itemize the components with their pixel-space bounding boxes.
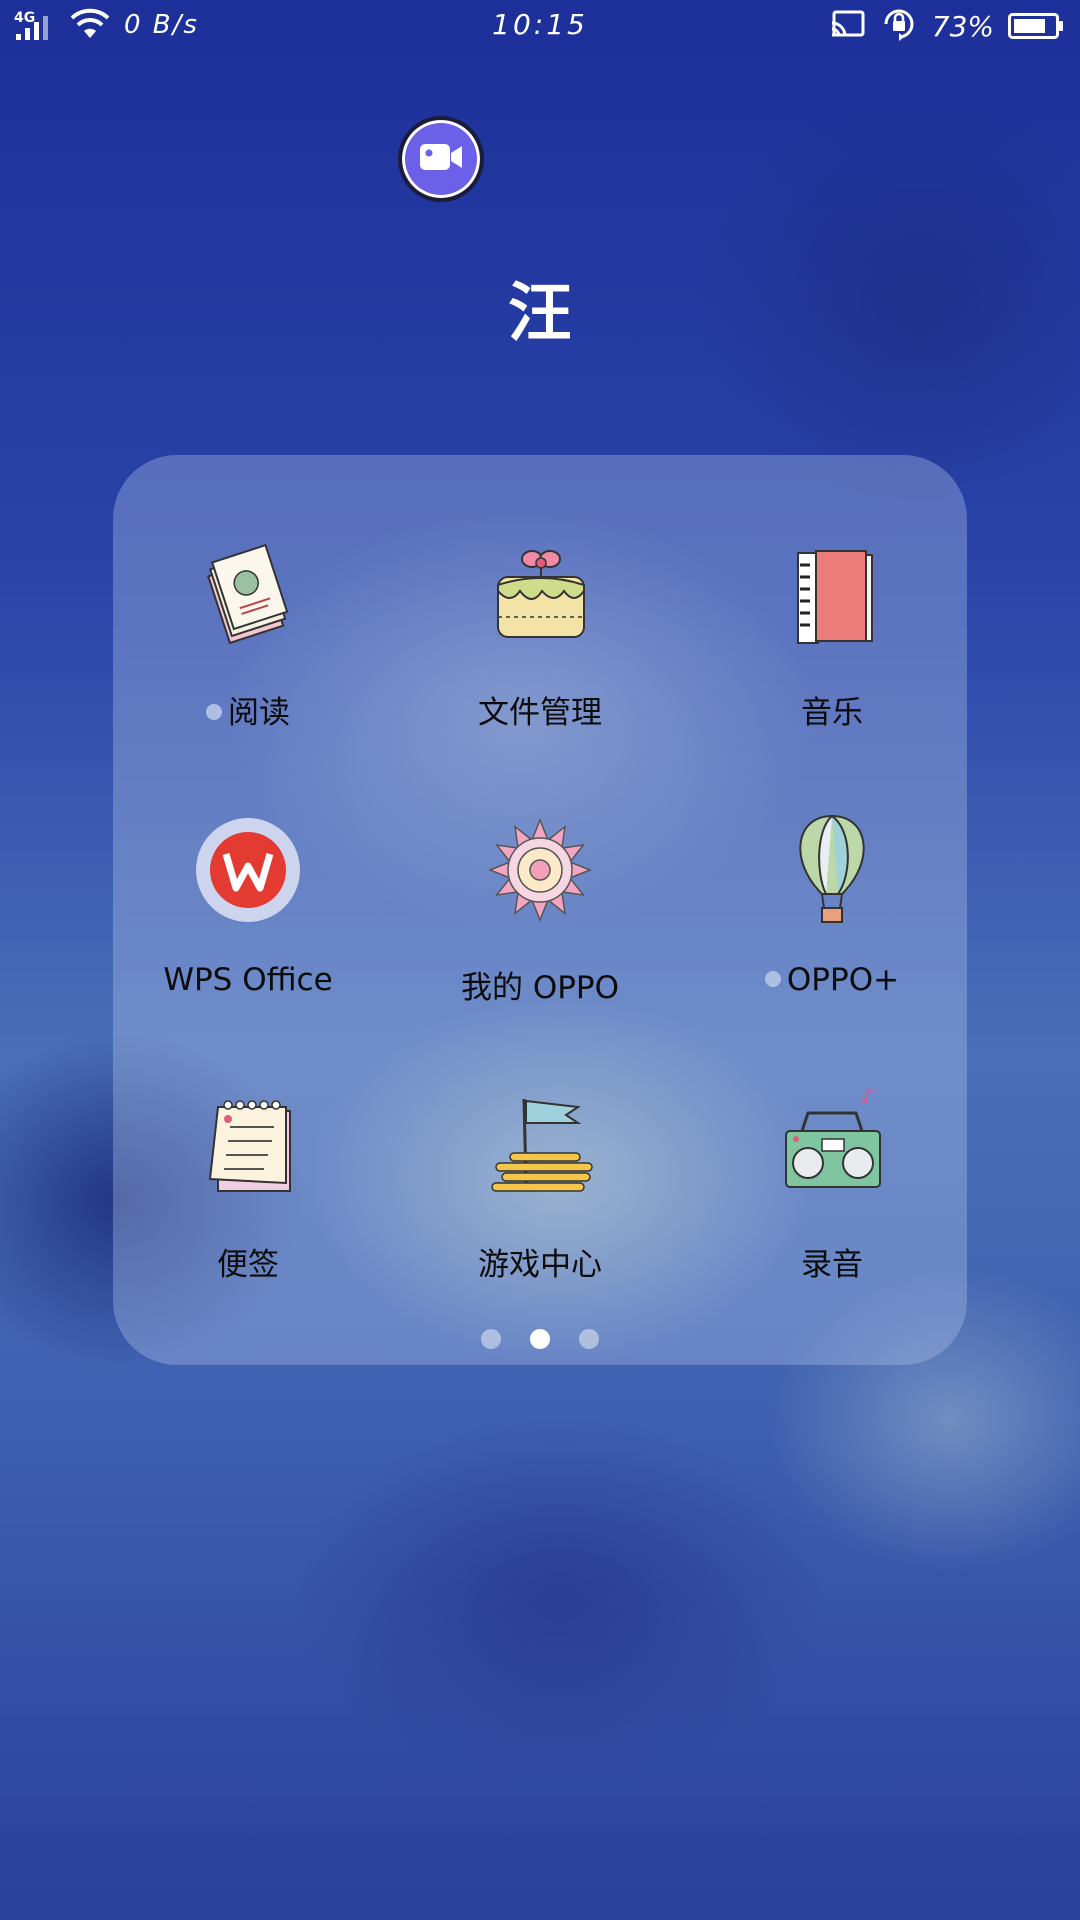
- battery-icon: [1008, 13, 1064, 39]
- app-label: 便签: [217, 1247, 279, 1283]
- status-bar: 4G 0 B/s 10:15 73%: [0, 0, 1080, 52]
- rotation-lock-icon: [880, 6, 918, 46]
- folder-panel: 阅读 文件管理 音乐 WPS Office 我的 OPPO OPPO+ 便签 游…: [113, 455, 967, 1365]
- piano-book-icon: [772, 535, 892, 655]
- home-screen: 4G 0 B/s 10:15 73% 汪 阅读 文件管理 音乐 WPS Offi…: [0, 0, 1080, 1920]
- app-reading[interactable]: 阅读: [113, 455, 383, 731]
- app-notes[interactable]: 便签: [113, 1007, 383, 1283]
- books-icon: [188, 535, 308, 655]
- status-right: 73%: [830, 6, 1064, 46]
- page-indicator: [113, 1329, 967, 1349]
- flag-sticks-icon: [480, 1087, 600, 1207]
- app-my-oppo[interactable]: 我的 OPPO: [405, 730, 675, 1006]
- app-oppo-plus[interactable]: OPPO+: [697, 730, 967, 998]
- app-recorder[interactable]: 录音: [697, 1007, 967, 1283]
- app-label: 阅读: [113, 687, 383, 732]
- hot-air-balloon-icon: [772, 810, 892, 930]
- app-label: WPS Office: [163, 962, 333, 998]
- page-dot[interactable]: [579, 1329, 599, 1349]
- boombox-icon: [772, 1087, 892, 1207]
- app-label: 音乐: [801, 695, 863, 731]
- app-label: 文件管理: [478, 695, 602, 731]
- app-label: 我的 OPPO: [460, 970, 620, 1006]
- app-music[interactable]: 音乐: [697, 455, 967, 731]
- new-badge-dot: [206, 703, 222, 720]
- battery-percent: 73%: [931, 9, 994, 43]
- app-label: 游戏中心: [478, 1247, 602, 1283]
- app-file-manager[interactable]: 文件管理: [405, 455, 675, 731]
- new-badge-dot: [764, 970, 781, 987]
- cake-icon: [480, 535, 600, 655]
- app-label: OPPO+: [697, 962, 967, 998]
- notepad-icon: [188, 1087, 308, 1207]
- app-label: 录音: [801, 1247, 863, 1283]
- app-game-center[interactable]: 游戏中心: [405, 1007, 675, 1283]
- floating-video-button[interactable]: [398, 116, 484, 202]
- page-dot[interactable]: [481, 1329, 501, 1349]
- cast-icon: [830, 9, 866, 43]
- mandala-flower-icon: [480, 810, 600, 930]
- wps-logo-icon: [188, 810, 308, 930]
- app-wps-office[interactable]: WPS Office: [113, 730, 383, 998]
- app-label-text: OPPO+: [786, 962, 900, 998]
- page-dot-active[interactable]: [530, 1329, 550, 1349]
- folder-title[interactable]: 汪: [0, 262, 1080, 354]
- video-camera-icon: [418, 140, 464, 178]
- app-label-text: 阅读: [228, 695, 290, 731]
